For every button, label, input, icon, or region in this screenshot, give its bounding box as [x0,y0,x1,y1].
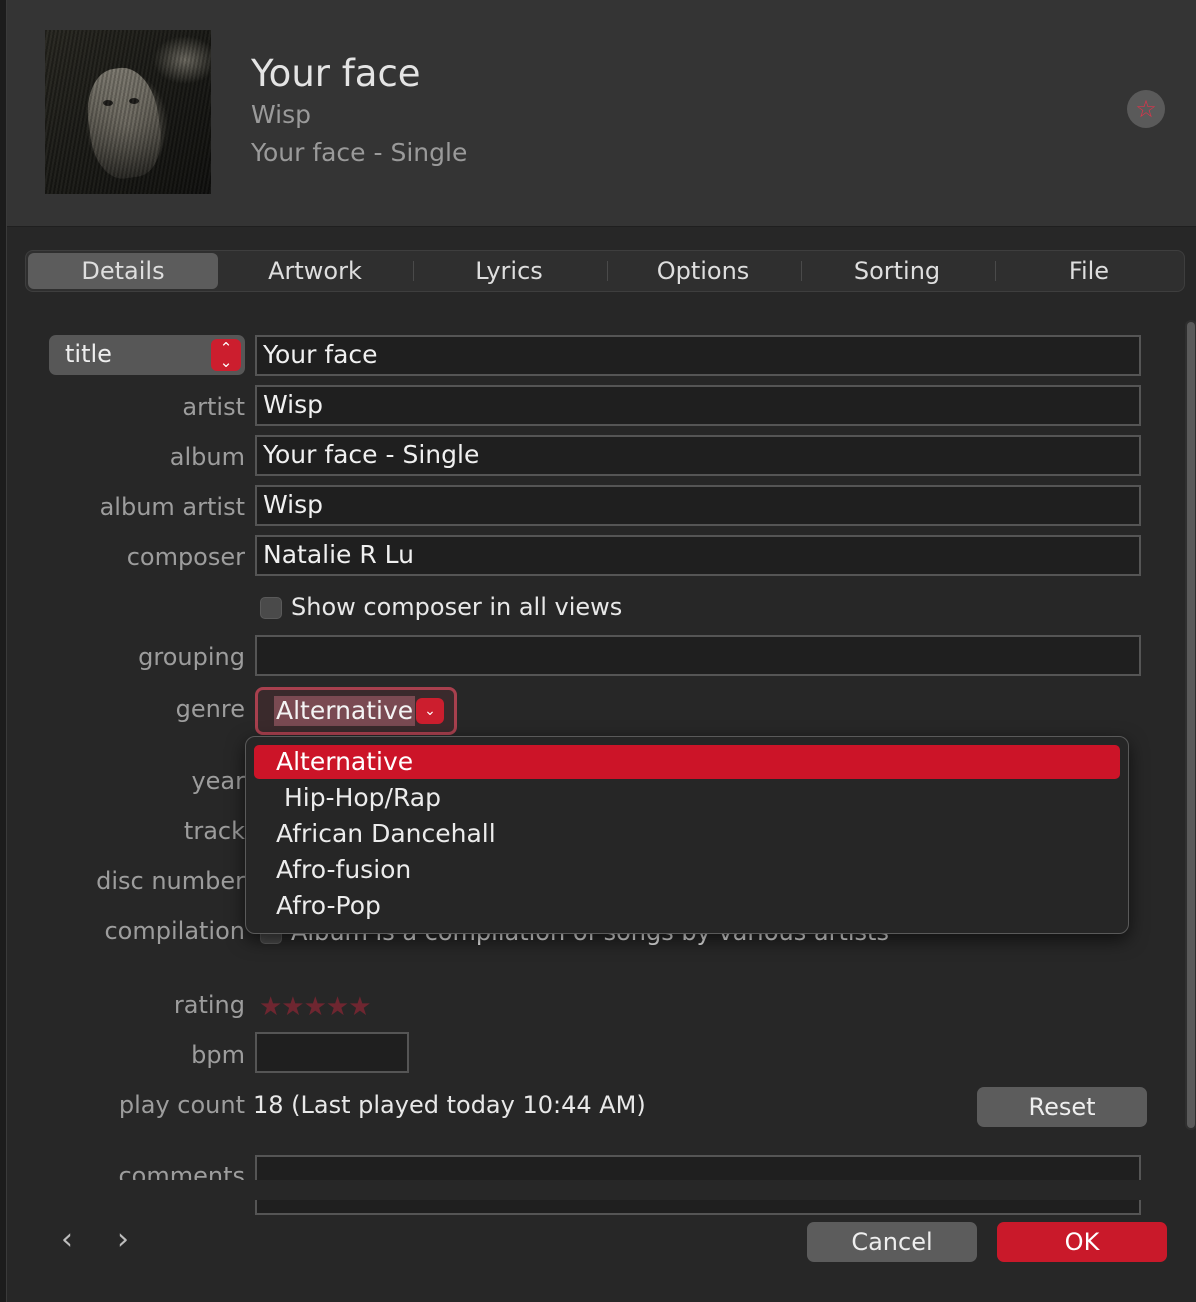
tab-details[interactable]: Details [28,253,218,289]
rating-label: rating [173,991,245,1019]
reset-button[interactable]: Reset [977,1087,1147,1127]
song-album-heading: Your face - Single [251,138,468,167]
song-header: Your face Wisp Your face - Single ☆ [7,0,1196,227]
album-artist-input[interactable]: Wisp [255,485,1141,526]
song-info-window: Your face Wisp Your face - Single ☆ Deta… [6,0,1196,1302]
artist-label: artist [182,393,245,421]
artist-input[interactable]: Wisp [255,385,1141,426]
album-label: album [169,443,245,471]
details-scrollbar[interactable] [1185,320,1196,1130]
bpm-label: bpm [191,1041,245,1069]
album-input[interactable]: Your face - Single [255,435,1141,476]
cancel-button[interactable]: Cancel [807,1222,977,1262]
title-selector-label: title [65,340,112,368]
rating-stars[interactable]: ★★★★★ [259,992,372,1022]
scrollbar-thumb[interactable] [1187,322,1195,1128]
genre-option[interactable]: Alternative [254,745,1120,779]
genre-combobox[interactable]: Alternative ⌄ [255,687,457,735]
previous-song-chevron-left-icon[interactable]: ‹ [61,1222,73,1257]
tab-lyrics[interactable]: Lyrics [414,253,604,289]
grouping-label: grouping [138,643,245,671]
genre-label: genre [175,695,245,723]
star-icon: ☆ [1135,95,1157,123]
track-label: track [183,817,245,845]
song-title-heading: Your face [251,52,421,95]
play-count-label: play count [118,1091,245,1119]
love-star-button[interactable]: ☆ [1127,90,1165,128]
composer-label: composer [126,543,245,571]
ok-button[interactable]: OK [997,1222,1167,1262]
scroll-clip [7,1180,1183,1200]
show-composer-label: Show composer in all views [291,593,623,621]
year-label: year [191,767,245,795]
tab-options[interactable]: Options [608,253,798,289]
compilation-label: compilation [104,917,245,945]
genre-option[interactable]: Afro-fusion [254,853,1120,887]
title-input[interactable]: Your face [255,335,1141,376]
tab-file[interactable]: File [996,253,1182,289]
play-count-value: 18 (Last played today 10:44 AM) [253,1091,646,1119]
bpm-input[interactable] [255,1032,409,1073]
genre-dropdown-menu: Alternative Hip-Hop/Rap African Dancehal… [245,736,1129,934]
genre-option[interactable]: African Dancehall [254,817,1120,851]
song-artist-heading: Wisp [251,100,312,129]
disc-number-label: disc number [96,867,245,895]
album-artwork [45,30,211,194]
up-down-chevron-icon: ⌃ ⌄ [211,339,241,371]
genre-option[interactable]: Afro-Pop [254,889,1120,923]
show-composer-checkbox[interactable] [260,597,282,619]
album-artist-label: album artist [99,493,245,521]
tab-artwork[interactable]: Artwork [220,253,410,289]
genre-option[interactable]: Hip-Hop/Rap [254,781,1120,815]
chevron-down-icon[interactable]: ⌄ [416,698,444,724]
grouping-input[interactable] [255,635,1141,676]
tab-sorting[interactable]: Sorting [802,253,992,289]
genre-value[interactable]: Alternative [274,696,416,726]
composer-input[interactable]: Natalie R Lu [255,535,1141,576]
next-song-chevron-right-icon[interactable]: › [117,1222,129,1257]
tab-bar: Details Artwork Lyrics Options Sorting F… [25,250,1185,292]
title-field-selector[interactable]: title ⌃ ⌄ [49,335,245,375]
